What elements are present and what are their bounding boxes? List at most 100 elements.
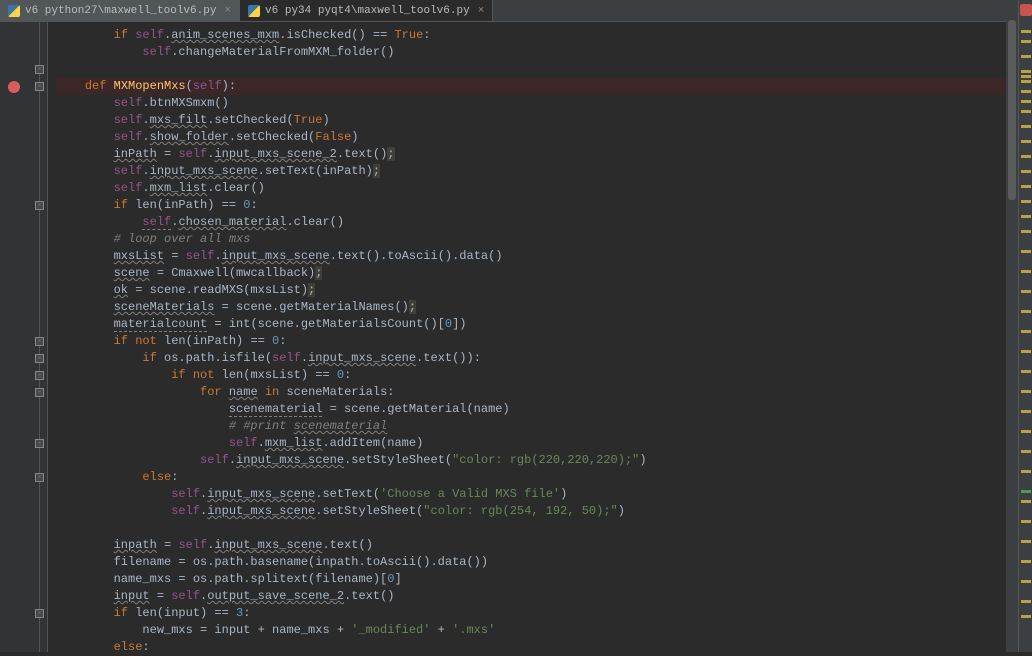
code-line[interactable]: if not len(inPath) == 0: (56, 333, 1032, 350)
stripe-mark[interactable] (1021, 330, 1031, 333)
code-line[interactable]: self.input_mxs_scene.setText(inPath); (56, 163, 1032, 180)
code-line[interactable]: if self.anim_scenes_mxm.isChecked() == T… (56, 27, 1032, 44)
stripe-mark[interactable] (1021, 410, 1031, 413)
stripe-mark[interactable] (1021, 270, 1031, 273)
close-icon[interactable]: × (478, 5, 485, 17)
stripe-mark[interactable] (1021, 350, 1031, 353)
code-line[interactable]: self.mxs_filt.setChecked(True) (56, 112, 1032, 129)
stripe-mark[interactable] (1021, 80, 1031, 83)
stripe-mark[interactable] (1021, 600, 1031, 603)
code-line[interactable] (56, 61, 1032, 78)
code-line[interactable]: inPath = self.input_mxs_scene_2.text(); (56, 146, 1032, 163)
code-line[interactable]: self.mxm_list.clear() (56, 180, 1032, 197)
stripe-mark[interactable] (1021, 100, 1031, 103)
code-line[interactable]: if len(inPath) == 0: (56, 197, 1032, 214)
code-line[interactable]: self.input_mxs_scene.setText('Choose a V… (56, 486, 1032, 503)
stripe-mark[interactable] (1021, 520, 1031, 523)
tab-label: v6 py34 pyqt4\maxwell_toolv6.py (265, 5, 470, 17)
stripe-mark[interactable] (1021, 250, 1031, 253)
code-line[interactable]: self.show_folder.setChecked(False) (56, 129, 1032, 146)
code-line[interactable]: sceneMaterials = scene.getMaterialNames(… (56, 299, 1032, 316)
code-line[interactable]: ok = scene.readMXS(mxsList); (56, 282, 1032, 299)
stripe-mark[interactable] (1021, 230, 1031, 233)
tab-1[interactable]: v6 python27\maxwell_toolv6.py × (0, 0, 240, 21)
scrollbar-thumb[interactable] (1008, 20, 1016, 200)
code-line[interactable]: input = self.output_save_scene_2.text() (56, 588, 1032, 605)
editor: - - - - - - - - - - if self.anim_scenes_mxm.isChe… (0, 22, 1032, 652)
stripe-mark[interactable] (1021, 560, 1031, 563)
code-line[interactable]: self.chosen_material.clear() (56, 214, 1032, 231)
stripe-mark[interactable] (1021, 370, 1031, 373)
fold-toggle-icon[interactable]: - (35, 371, 44, 380)
code-line[interactable]: self.input_mxs_scene.setStyleSheet("colo… (56, 452, 1032, 469)
stripe-mark[interactable] (1021, 155, 1031, 158)
fold-toggle-icon[interactable]: - (35, 82, 44, 91)
stripe-mark[interactable] (1021, 90, 1031, 93)
stripe-mark[interactable] (1021, 40, 1031, 43)
code-line[interactable]: for name in sceneMaterials: (56, 384, 1032, 401)
python-icon (8, 5, 20, 17)
stripe-mark[interactable] (1021, 30, 1031, 33)
fold-toggle-icon[interactable]: - (35, 65, 44, 74)
stripe-mark[interactable] (1021, 70, 1031, 73)
stripe-mark[interactable] (1021, 140, 1031, 143)
tab-2[interactable]: v6 py34 pyqt4\maxwell_toolv6.py × (240, 0, 493, 21)
fold-toggle-icon[interactable]: - (35, 201, 44, 210)
code-line[interactable]: if os.path.isfile(self.input_mxs_scene.t… (56, 350, 1032, 367)
fold-toggle-icon[interactable]: - (35, 473, 44, 482)
fold-toggle-icon[interactable]: - (35, 354, 44, 363)
code-line[interactable]: if len(input) == 3: (56, 605, 1032, 622)
breakpoint-icon[interactable] (8, 81, 20, 93)
code-line[interactable]: self.changeMaterialFromMXM_folder() (56, 44, 1032, 61)
stripe-mark[interactable] (1021, 310, 1031, 313)
code-line[interactable]: filename = os.path.basename(inpath.toAsc… (56, 554, 1032, 571)
close-icon[interactable]: × (224, 5, 231, 17)
code-line[interactable]: name_mxs = os.path.splitext(filename)[0] (56, 571, 1032, 588)
tab-label: v6 python27\maxwell_toolv6.py (25, 5, 216, 17)
stripe-mark[interactable] (1021, 185, 1031, 188)
code-line[interactable]: scene = Cmaxwell(mwcallback); (56, 265, 1032, 282)
stripe-mark[interactable] (1021, 540, 1031, 543)
code-line[interactable]: new_mxs = input + name_mxs + '_modified'… (56, 622, 1032, 639)
stripe-mark[interactable] (1021, 110, 1031, 113)
stripe-mark[interactable] (1021, 450, 1031, 453)
stripe-mark[interactable] (1021, 215, 1031, 218)
stripe-mark[interactable] (1021, 170, 1031, 173)
fold-toggle-icon[interactable]: - (35, 388, 44, 397)
error-stripe[interactable] (1018, 0, 1032, 652)
fold-toggle-icon[interactable]: - (35, 609, 44, 618)
code-line[interactable]: materialcount = int(scene.getMaterialsCo… (56, 316, 1032, 333)
fold-toggle-icon[interactable]: - (35, 439, 44, 448)
stripe-mark[interactable] (1021, 200, 1031, 203)
code-line[interactable]: # loop over all mxs (56, 231, 1032, 248)
stripe-mark[interactable] (1021, 430, 1031, 433)
stripe-mark[interactable] (1021, 125, 1031, 128)
stripe-mark[interactable] (1021, 490, 1031, 493)
code-line[interactable]: # #print scenematerial (56, 418, 1032, 435)
stripe-mark[interactable] (1021, 390, 1031, 393)
code-line[interactable]: self.input_mxs_scene.setStyleSheet("colo… (56, 503, 1032, 520)
stripe-mark[interactable] (1021, 580, 1031, 583)
stripe-mark[interactable] (1021, 615, 1031, 618)
code-line[interactable]: else: (56, 639, 1032, 656)
stripe-mark[interactable] (1021, 75, 1031, 78)
code-area[interactable]: if self.anim_scenes_mxm.isChecked() == T… (48, 22, 1032, 652)
code-line[interactable] (56, 520, 1032, 537)
code-line[interactable]: def MXMopenMxs(self): (56, 78, 1032, 95)
code-line[interactable]: inpath = self.input_mxs_scene.text() (56, 537, 1032, 554)
vertical-scrollbar[interactable] (1006, 0, 1018, 652)
stripe-mark[interactable] (1021, 290, 1031, 293)
stripe-mark[interactable] (1021, 470, 1031, 473)
code-line[interactable]: self.mxm_list.addItem(name) (56, 435, 1032, 452)
code-line[interactable]: mxsList = self.input_mxs_scene.text().to… (56, 248, 1032, 265)
stripe-mark[interactable] (1021, 500, 1031, 503)
stripe-mark[interactable] (1021, 55, 1031, 58)
tab-bar: v6 python27\maxwell_toolv6.py × v6 py34 … (0, 0, 1032, 22)
code-line[interactable]: self.btnMXSmxm() (56, 95, 1032, 112)
fold-toggle-icon[interactable]: - (35, 337, 44, 346)
code-line[interactable]: scenematerial = scene.getMaterial(name) (56, 401, 1032, 418)
code-line[interactable]: else: (56, 469, 1032, 486)
gutter[interactable]: - - - - - - - - - - (0, 22, 48, 652)
code-line[interactable]: if not len(mxsList) == 0: (56, 367, 1032, 384)
analysis-indicator-icon[interactable] (1020, 4, 1032, 16)
